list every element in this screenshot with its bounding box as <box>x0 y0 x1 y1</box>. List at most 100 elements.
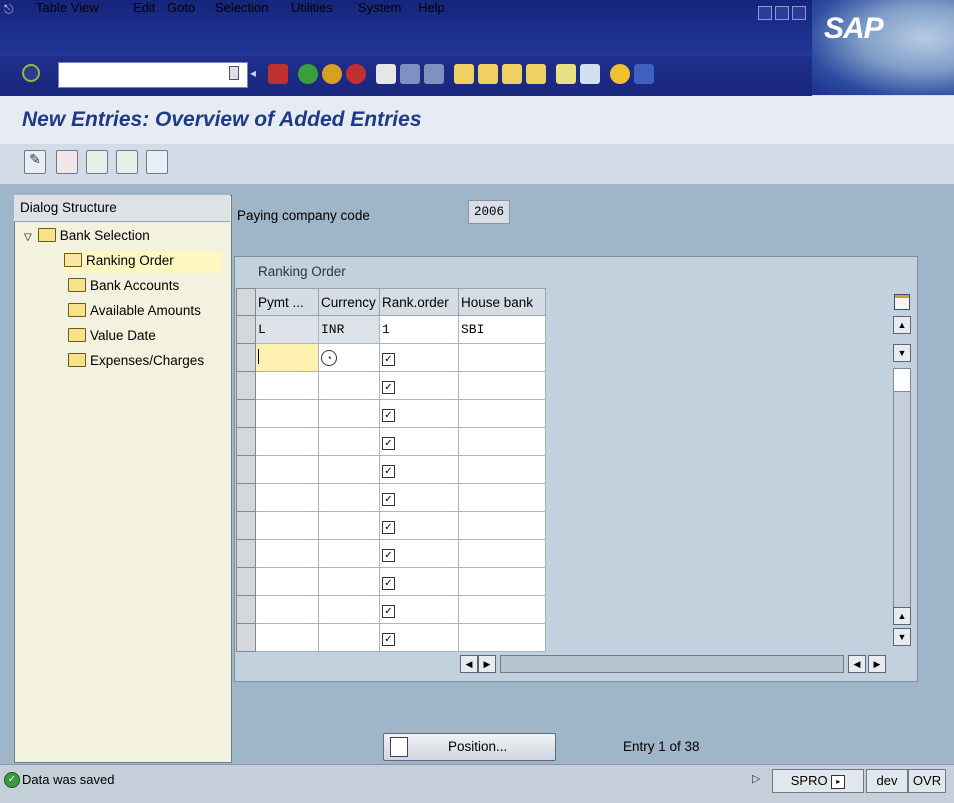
cell-currency-input[interactable] <box>318 371 380 400</box>
cell-currency-input[interactable] <box>318 595 380 624</box>
cell-currency-input[interactable] <box>318 427 380 456</box>
cell-rank-order-input[interactable]: ✓ <box>379 567 459 596</box>
column-config-icon[interactable] <box>894 294 910 310</box>
scroll-right-icon[interactable]: ▶ <box>478 655 496 673</box>
cell-rank-order-input[interactable]: ✓ <box>379 455 459 484</box>
cell-pymt[interactable]: L <box>255 315 319 344</box>
cell-house-bank-input[interactable] <box>458 427 546 456</box>
cell-rank-order-input[interactable]: ✓ <box>379 511 459 540</box>
next-page-icon[interactable] <box>502 64 522 84</box>
cell-house-bank-input[interactable] <box>458 539 546 568</box>
menu-edit[interactable]: Edit <box>133 0 155 15</box>
cell-house-bank-input[interactable] <box>458 343 546 372</box>
cell-house-bank-input[interactable] <box>458 511 546 540</box>
cell-pymt-input[interactable] <box>255 511 319 540</box>
transaction-field[interactable]: SPRO ▸ <box>772 769 864 793</box>
position-button[interactable]: Position... <box>383 733 556 761</box>
value-help-icon[interactable]: ◔ <box>321 350 337 366</box>
cell-rank-order-input[interactable]: ✓ <box>379 539 459 568</box>
row-selector[interactable] <box>236 567 256 596</box>
menu-utilities[interactable]: Utilities <box>291 0 333 15</box>
scroll-page-up-icon[interactable]: ▲ <box>893 607 911 625</box>
cell-house-bank-input[interactable] <box>458 567 546 596</box>
row-selector[interactable] <box>236 595 256 624</box>
select-block-icon[interactable] <box>116 150 138 174</box>
scroll-left-icon[interactable]: ◀ <box>460 655 478 673</box>
find-next-icon[interactable] <box>424 64 444 84</box>
column-header-currency[interactable]: Currency <box>318 288 380 316</box>
cell-rank-order-input[interactable]: ✓ <box>379 483 459 512</box>
row-selector[interactable] <box>236 483 256 512</box>
cell-rank-order-input[interactable]: ✓ <box>379 343 459 372</box>
vertical-scroll-thumb[interactable] <box>894 369 910 392</box>
maximize-icon[interactable] <box>775 6 789 20</box>
cell-currency-input[interactable] <box>318 567 380 596</box>
cell-house-bank-input[interactable] <box>458 595 546 624</box>
select-all-icon[interactable] <box>86 150 108 174</box>
exit-icon[interactable] <box>322 64 342 84</box>
cell-pymt-input[interactable] <box>255 539 319 568</box>
command-field[interactable] <box>58 62 248 88</box>
tree-item-bank-accounts[interactable]: Bank Accounts <box>68 278 179 293</box>
cell-house-bank-input[interactable] <box>458 483 546 512</box>
cell-house-bank[interactable]: SBI <box>458 315 546 344</box>
shortcut-icon[interactable] <box>580 64 600 84</box>
menu-system[interactable]: System <box>358 0 401 15</box>
cell-rank-order-input[interactable]: ✓ <box>379 427 459 456</box>
help-icon[interactable] <box>610 64 630 84</box>
cell-rank-order-input[interactable]: ✓ <box>379 399 459 428</box>
cell-house-bank-input[interactable] <box>458 371 546 400</box>
row-selector[interactable] <box>236 399 256 428</box>
cell-pymt-input[interactable] <box>255 595 319 624</box>
cell-house-bank-input[interactable] <box>458 623 546 652</box>
cell-rank-order-input[interactable]: ✓ <box>379 371 459 400</box>
tree-item-value-date[interactable]: Value Date <box>68 328 156 343</box>
cell-rank-order-input[interactable]: ✓ <box>379 595 459 624</box>
menu-table-view[interactable]: Table View <box>36 0 99 15</box>
cell-currency-input[interactable] <box>318 511 380 540</box>
tree-item-expenses-charges[interactable]: Expenses/Charges <box>68 353 204 368</box>
cancel-icon[interactable] <box>346 64 366 84</box>
cell-house-bank-input[interactable] <box>458 455 546 484</box>
cell-pymt-input[interactable] <box>255 567 319 596</box>
cell-currency[interactable]: INR <box>318 315 380 344</box>
row-selector[interactable] <box>236 371 256 400</box>
cell-pymt-input[interactable] <box>255 427 319 456</box>
deselect-all-icon[interactable] <box>146 150 168 174</box>
back-icon[interactable] <box>298 64 318 84</box>
system-info-icon[interactable]: ▸ <box>831 774 846 789</box>
system-menu-icon[interactable]: ⎋ <box>4 2 18 16</box>
row-selector[interactable] <box>236 427 256 456</box>
close-icon[interactable] <box>792 6 806 20</box>
minimize-icon[interactable] <box>758 6 772 20</box>
cell-pymt-input[interactable] <box>255 455 319 484</box>
cell-currency-input[interactable] <box>318 399 380 428</box>
change-display-icon[interactable]: ✎ <box>24 150 46 174</box>
scroll-last-column-icon[interactable]: ▶ <box>868 655 886 673</box>
cell-rank-order-input[interactable]: ✓ <box>379 623 459 652</box>
cell-currency-input[interactable]: ◔ <box>318 343 380 372</box>
column-header-house-bank[interactable]: House bank <box>458 288 546 316</box>
tree-item-ranking-order[interactable]: Ranking Order <box>64 251 222 273</box>
scroll-up-icon[interactable]: ▲ <box>893 316 911 334</box>
row-selector[interactable] <box>236 455 256 484</box>
cell-rank-order[interactable]: 1 <box>379 315 459 344</box>
cell-house-bank-input[interactable] <box>458 399 546 428</box>
row-selector[interactable] <box>236 315 256 344</box>
expand-status-icon[interactable]: ▷ <box>752 772 760 785</box>
print-icon[interactable] <box>376 64 396 84</box>
create-session-icon[interactable] <box>556 64 576 84</box>
cell-currency-input[interactable] <box>318 483 380 512</box>
save-icon[interactable] <box>268 64 288 84</box>
cell-currency-input[interactable] <box>318 455 380 484</box>
delete-icon[interactable] <box>56 150 78 174</box>
expand-triangle-icon[interactable]: ▽ <box>24 232 32 243</box>
previous-page-icon[interactable] <box>478 64 498 84</box>
cell-currency-input[interactable] <box>318 623 380 652</box>
layout-menu-icon[interactable] <box>634 64 654 84</box>
tree-item-available-amounts[interactable]: Available Amounts <box>68 303 201 318</box>
menu-goto[interactable]: Goto <box>167 0 195 15</box>
menu-selection[interactable]: Selection <box>215 0 268 15</box>
scroll-first-column-icon[interactable]: ◀ <box>848 655 866 673</box>
menu-help[interactable]: Help <box>418 0 445 15</box>
